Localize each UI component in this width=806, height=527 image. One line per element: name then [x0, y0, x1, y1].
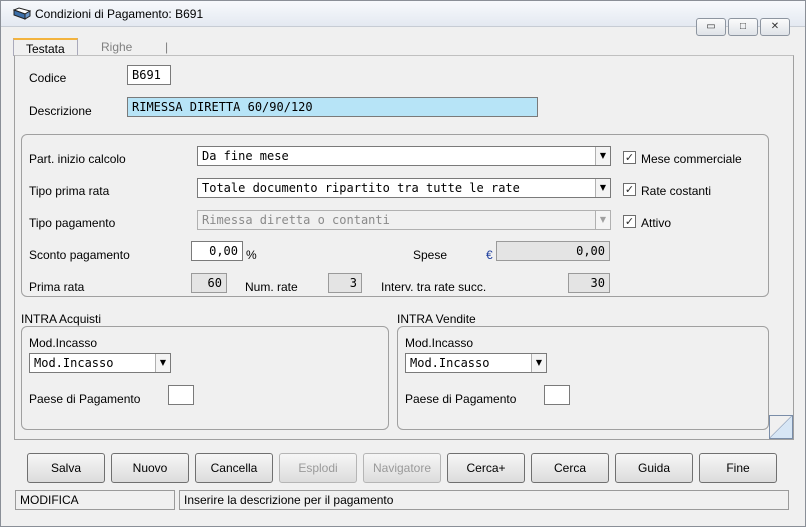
intra-ven-mod-label: Mod.Incasso — [405, 336, 474, 350]
title-bar: Condizioni di Pagamento: B691 — [1, 1, 805, 27]
codice-label: Codice — [29, 71, 67, 85]
num-rate-field: 3 — [328, 273, 362, 293]
intra-acq-paese-field[interactable] — [168, 385, 194, 405]
intra-acq-mod-select[interactable]: Mod.Incasso ▼ — [29, 353, 171, 373]
intra-ven-mod-value: Mod.Incasso — [410, 356, 490, 370]
interv-rate-field: 30 — [568, 273, 610, 293]
codice-field[interactable]: B691 — [127, 65, 171, 85]
chevron-down-icon[interactable]: ▼ — [595, 147, 610, 165]
part-inizio-value: Da fine mese — [202, 149, 289, 163]
tab-bar: Testata Righe | — [13, 38, 793, 56]
interv-rate-label: Interv. tra rate succ. — [381, 280, 487, 294]
tab-separator: | — [165, 40, 169, 54]
resize-corner-icon[interactable] — [769, 415, 793, 439]
mese-commerciale-label: Mese commerciale — [641, 152, 742, 166]
close-button[interactable]: ✕ — [760, 18, 790, 36]
prima-rata-label: Prima rata — [29, 280, 85, 294]
esplodi-button[interactable]: Esplodi — [279, 453, 357, 483]
mese-commerciale-checkbox[interactable]: ✓ — [623, 151, 636, 164]
chevron-down-icon[interactable]: ▼ — [155, 354, 170, 372]
intra-ven-paese-field[interactable] — [544, 385, 570, 405]
status-hint: Inserire la descrizione per il pagamento — [179, 490, 789, 510]
intra-ven-mod-select[interactable]: Mod.Incasso ▼ — [405, 353, 547, 373]
tipo-prima-rata-label: Tipo prima rata — [29, 184, 110, 198]
descrizione-field[interactable]: RIMESSA DIRETTA 60/90/120 — [127, 97, 538, 117]
tab-testata[interactable]: Testata — [13, 38, 78, 56]
spese-field: 0,00 — [496, 241, 610, 261]
nuovo-button[interactable]: Nuovo — [111, 453, 189, 483]
intra-acquisti-title: INTRA Acquisti — [21, 312, 102, 326]
folder-icon — [13, 7, 31, 20]
sconto-pagamento-field[interactable]: 0,00 — [191, 241, 243, 261]
intra-vendite-title: INTRA Vendite — [397, 312, 476, 326]
restore-button[interactable]: □ — [728, 18, 758, 36]
rate-costanti-label: Rate costanti — [641, 184, 712, 198]
rate-costanti-checkbox[interactable]: ✓ — [623, 183, 636, 196]
num-rate-label: Num. rate — [245, 280, 298, 294]
navigatore-button[interactable]: Navigatore — [363, 453, 441, 483]
spese-label: Spese — [413, 248, 448, 262]
payment-conditions-window: Condizioni di Pagamento: B691 ▭ □ ✕ Test… — [0, 0, 806, 527]
cancella-button[interactable]: Cancella — [195, 453, 273, 483]
attivo-checkbox[interactable]: ✓ — [623, 215, 636, 228]
tipo-prima-rata-value: Totale documento ripartito tra tutte le … — [202, 181, 520, 195]
tab-righe[interactable]: Righe — [89, 38, 144, 56]
salva-button[interactable]: Salva — [27, 453, 105, 483]
tipo-prima-rata-select[interactable]: Totale documento ripartito tra tutte le … — [197, 178, 611, 198]
intra-acq-paese-label: Paese di Pagamento — [29, 392, 141, 406]
intra-ven-paese-label: Paese di Pagamento — [405, 392, 517, 406]
part-inizio-label: Part. inizio calcolo — [29, 152, 126, 166]
guida-button[interactable]: Guida — [615, 453, 693, 483]
window-title: Condizioni di Pagamento: B691 — [35, 7, 204, 21]
fine-button[interactable]: Fine — [699, 453, 777, 483]
intra-acq-mod-value: Mod.Incasso — [34, 356, 114, 370]
attivo-label: Attivo — [641, 216, 672, 230]
intra-acq-mod-label: Mod.Incasso — [29, 336, 98, 350]
cerca-plus-button[interactable]: Cerca+ — [447, 453, 525, 483]
minimize-button[interactable]: ▭ — [696, 18, 726, 36]
sconto-pagamento-label: Sconto pagamento — [29, 248, 130, 262]
chevron-down-icon[interactable]: ▼ — [595, 179, 610, 197]
status-mode: MODIFICA — [15, 490, 175, 510]
euro-icon: € — [486, 248, 493, 262]
prima-rata-field: 60 — [191, 273, 227, 293]
tipo-pagamento-label: Tipo pagamento — [29, 216, 116, 230]
chevron-down-icon[interactable]: ▼ — [531, 354, 546, 372]
chevron-down-icon: ▼ — [595, 211, 610, 229]
sconto-unit: % — [246, 248, 257, 262]
tipo-pagamento-select: Rimessa diretta o contanti ▼ — [197, 210, 611, 230]
cerca-button[interactable]: Cerca — [531, 453, 609, 483]
descrizione-label: Descrizione — [29, 104, 92, 118]
tipo-pagamento-value: Rimessa diretta o contanti — [202, 213, 390, 227]
part-inizio-select[interactable]: Da fine mese ▼ — [197, 146, 611, 166]
